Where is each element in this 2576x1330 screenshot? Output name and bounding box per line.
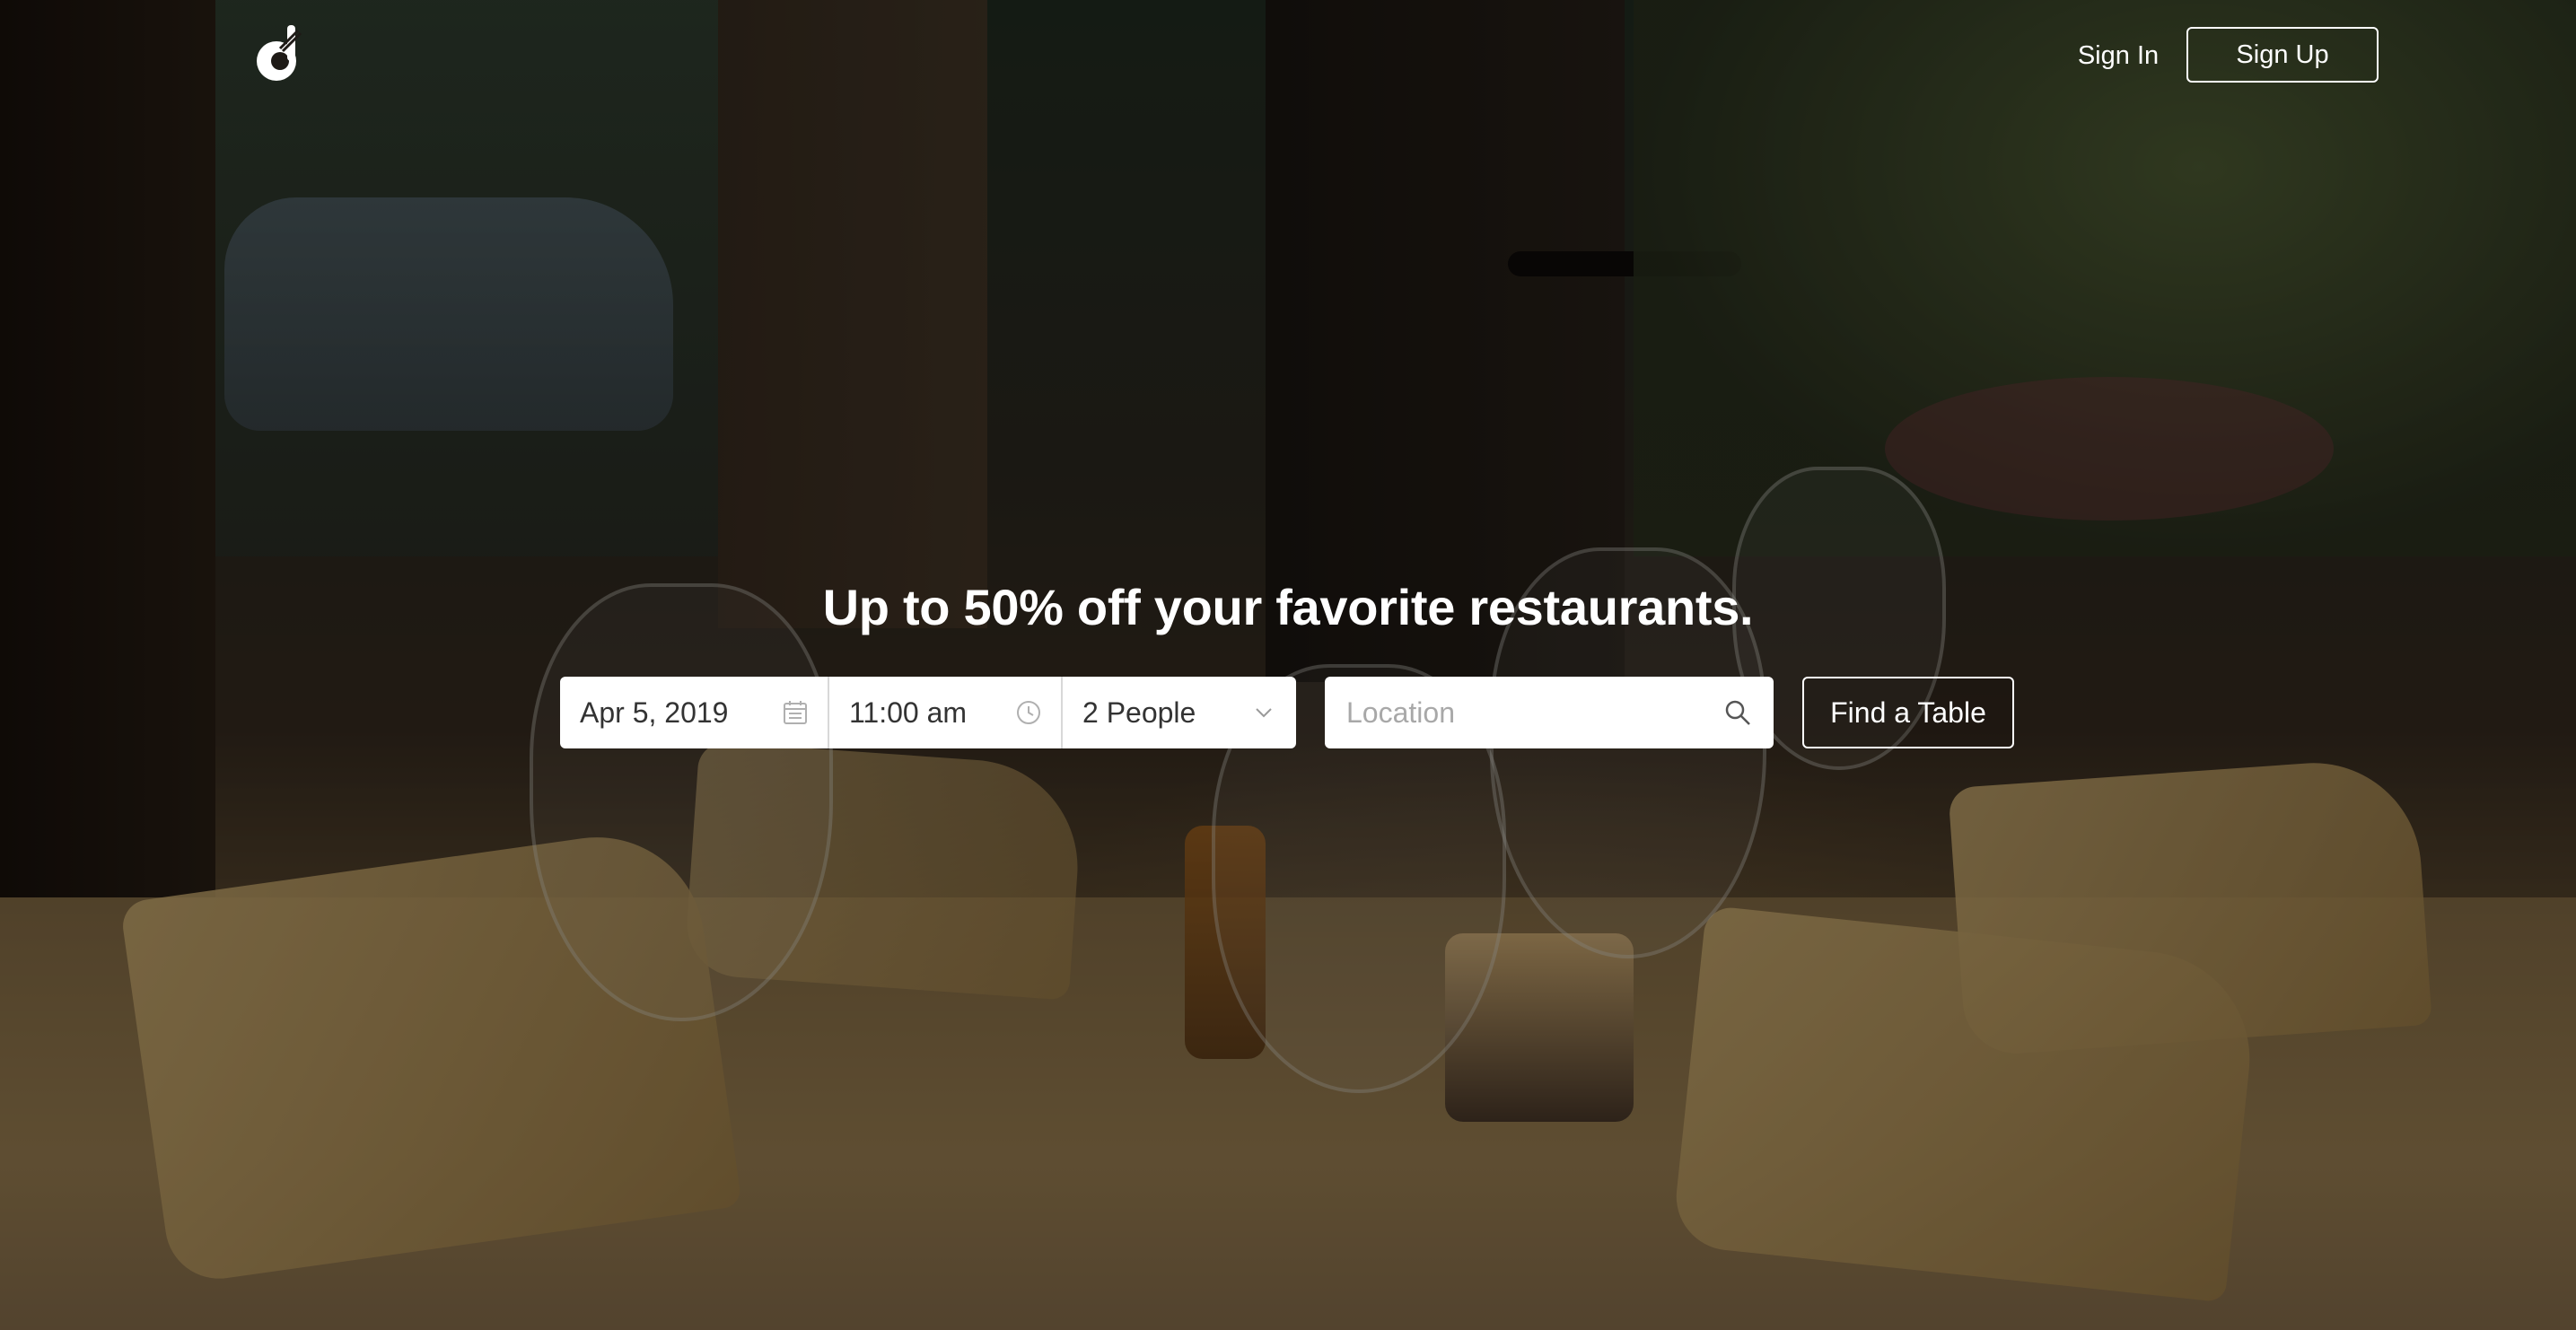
hero-dark-overlay — [0, 0, 2576, 1330]
sign-up-button[interactable]: Sign Up — [2186, 27, 2379, 83]
search-icon[interactable] — [1722, 696, 1754, 729]
location-input[interactable] — [1325, 677, 1702, 748]
time-value: 11:00 am — [849, 696, 968, 729]
sign-in-link[interactable]: Sign In — [2064, 32, 2172, 79]
location-search — [1325, 677, 1774, 748]
time-picker[interactable]: 11:00 am — [829, 677, 1063, 748]
chevron-down-icon — [1249, 698, 1278, 727]
calendar-icon — [781, 698, 810, 727]
clock-icon — [1014, 698, 1043, 727]
date-value: Apr 5, 2019 — [580, 696, 729, 729]
brand-logo-icon[interactable] — [253, 22, 305, 84]
party-size-value: 2 People — [1082, 696, 1196, 729]
party-size-select[interactable]: 2 People — [1063, 677, 1296, 748]
hero-background — [0, 0, 2576, 1330]
hero-headline: Up to 50% off your favorite restaurants. — [822, 579, 1754, 635]
find-a-table-button[interactable]: Find a Table — [1802, 677, 2014, 748]
date-picker[interactable]: Apr 5, 2019 — [560, 677, 829, 748]
reservation-picker: Apr 5, 2019 11:00 am 2 People — [560, 677, 1296, 748]
